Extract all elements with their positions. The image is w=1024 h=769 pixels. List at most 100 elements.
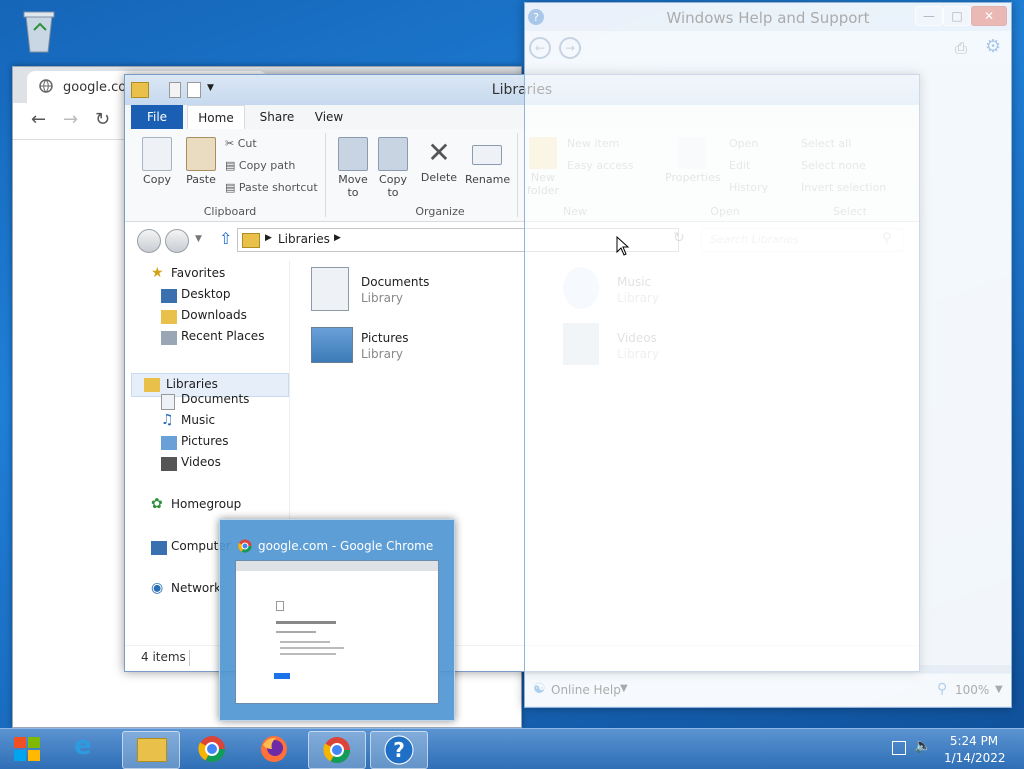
delete-button[interactable]: ✕ Delete [419,137,459,185]
nav-downloads[interactable]: Downloads [181,308,247,322]
breadcrumb-chevron-icon[interactable]: ▶ [334,233,341,243]
easy-access-button[interactable]: Easy access [567,159,634,172]
help-toolbar: ← → ⎙ ⚙ [525,31,1011,65]
nav-videos[interactable]: Videos [181,455,221,469]
library-type: Library [361,347,403,361]
gear-icon[interactable]: ⚙ [985,36,1001,57]
tab-file[interactable]: File [131,105,183,129]
back-icon[interactable]: ← [31,109,46,130]
clock-date[interactable]: 1/14/2022 [944,751,1006,765]
chrome-icon [323,736,351,767]
forward-icon[interactable]: → [63,109,78,130]
copy-path-button[interactable]: ▤ Copy path [225,159,295,172]
paste-button[interactable]: Paste [181,137,221,186]
library-item-documents[interactable]: Documents Library [307,265,507,311]
nav-documents[interactable]: Documents [181,392,249,406]
tab-view[interactable]: View [305,105,353,129]
library-item-videos[interactable]: Videos Library [559,321,759,367]
history-button[interactable]: History [729,181,768,194]
forward-button[interactable] [165,229,189,253]
new-folder-button[interactable]: New folder [523,137,563,197]
taskbar-chrome[interactable] [184,731,240,767]
nav-recent-places[interactable]: Recent Places [181,329,264,343]
start-orb-icon [14,737,40,764]
online-help-button[interactable]: Online Help [551,683,621,697]
edit-button[interactable]: Edit [729,159,750,172]
select-none-button[interactable]: Select none [801,159,866,172]
new-item-button[interactable]: New item [567,137,619,150]
thumb-line [276,631,316,633]
thumb-page-icon [276,601,284,611]
preview-thumbnail[interactable] [235,560,439,704]
taskbar-help[interactable]: ? [370,731,428,769]
taskbar-firefox[interactable] [246,731,302,767]
volume-icon[interactable]: 🔈 [914,738,931,754]
maximize-button[interactable]: □ [943,6,971,26]
homegroup-icon: ✿ [151,496,163,512]
libraries-icon [144,378,160,392]
back-button[interactable] [137,229,161,253]
nav-favorites[interactable]: Favorites [171,266,225,280]
copy-to-button[interactable]: Copy to [373,137,413,199]
library-item-music[interactable]: Music Library [559,265,759,311]
nav-homegroup[interactable]: Homegroup [171,497,241,511]
library-item-pictures[interactable]: Pictures Library [307,321,507,367]
library-type: Library [617,347,659,361]
rename-button[interactable]: Rename [465,137,510,186]
status-separator [189,650,190,666]
group-label-new: New [563,205,587,218]
music-library-icon [563,267,599,309]
copy-button[interactable]: Copy [137,137,177,186]
refresh-icon[interactable]: ↻ [673,230,685,246]
start-button[interactable] [2,731,54,767]
back-icon[interactable]: ← [529,37,551,59]
properties-button[interactable]: Properties [665,137,721,184]
thumb-line [276,621,336,624]
nav-network[interactable]: Network [171,581,221,595]
taskbar-file-explorer[interactable] [122,731,180,769]
library-name: Pictures [361,331,409,345]
recent-locations-chevron-icon[interactable]: ▼ [195,234,202,244]
tab-home[interactable]: Home [187,105,245,131]
taskbar-chrome-active[interactable] [308,731,366,769]
zoom-level[interactable]: 100% [955,683,989,697]
downloads-icon [161,310,177,324]
nav-desktop[interactable]: Desktop [181,287,231,301]
taskbar-internet-explorer[interactable]: e [60,731,116,767]
explorer-title: Libraries [491,82,553,98]
recycle-bin-icon[interactable] [16,6,62,56]
move-to-button[interactable]: Move to [333,137,373,199]
open-button[interactable]: Open [729,137,758,150]
clock-time[interactable]: 5:24 PM [944,734,1004,748]
library-type: Library [361,291,403,305]
nav-libraries: Libraries [166,377,218,391]
search-icon: ⚲ [882,231,892,246]
nav-music[interactable]: Music [181,413,215,427]
forward-icon[interactable]: → [559,37,581,59]
up-arrow-icon[interactable]: ⇧ [219,229,232,248]
library-type: Library [617,291,659,305]
star-icon: ★ [151,265,164,281]
address-bar[interactable]: ▶ Libraries ▶ [237,228,679,252]
breadcrumb-libraries[interactable]: Libraries [278,232,330,246]
select-all-button[interactable]: Select all [801,137,851,150]
reload-icon[interactable]: ↻ [95,109,110,130]
cut-label: Cut [237,137,257,150]
invert-selection-button[interactable]: Invert selection [801,181,886,194]
nav-pictures[interactable]: Pictures [181,434,229,448]
cut-button[interactable]: ✂ Cut [225,137,257,150]
print-icon[interactable]: ⎙ [955,39,967,57]
paste-shortcut-button[interactable]: ▤ Paste shortcut [225,181,318,194]
minimize-button[interactable]: — [915,6,943,26]
ribbon-tabs: File Home Share View [125,105,919,131]
chevron-down-icon[interactable]: ▼ [995,684,1003,695]
breadcrumb-chevron-icon[interactable]: ▶ [265,233,272,243]
search-input[interactable]: Search Libraries ⚲ [701,228,903,252]
chevron-down-icon[interactable]: ▼ [620,683,628,694]
desktop-icon [161,289,177,303]
chrome-taskbar-preview[interactable]: google.com - Google Chrome [219,519,455,721]
network-tray-icon[interactable] [892,741,906,755]
close-button[interactable]: ✕ [971,6,1007,26]
tab-share[interactable]: Share [249,105,305,129]
group-label-open: Open [710,205,740,218]
